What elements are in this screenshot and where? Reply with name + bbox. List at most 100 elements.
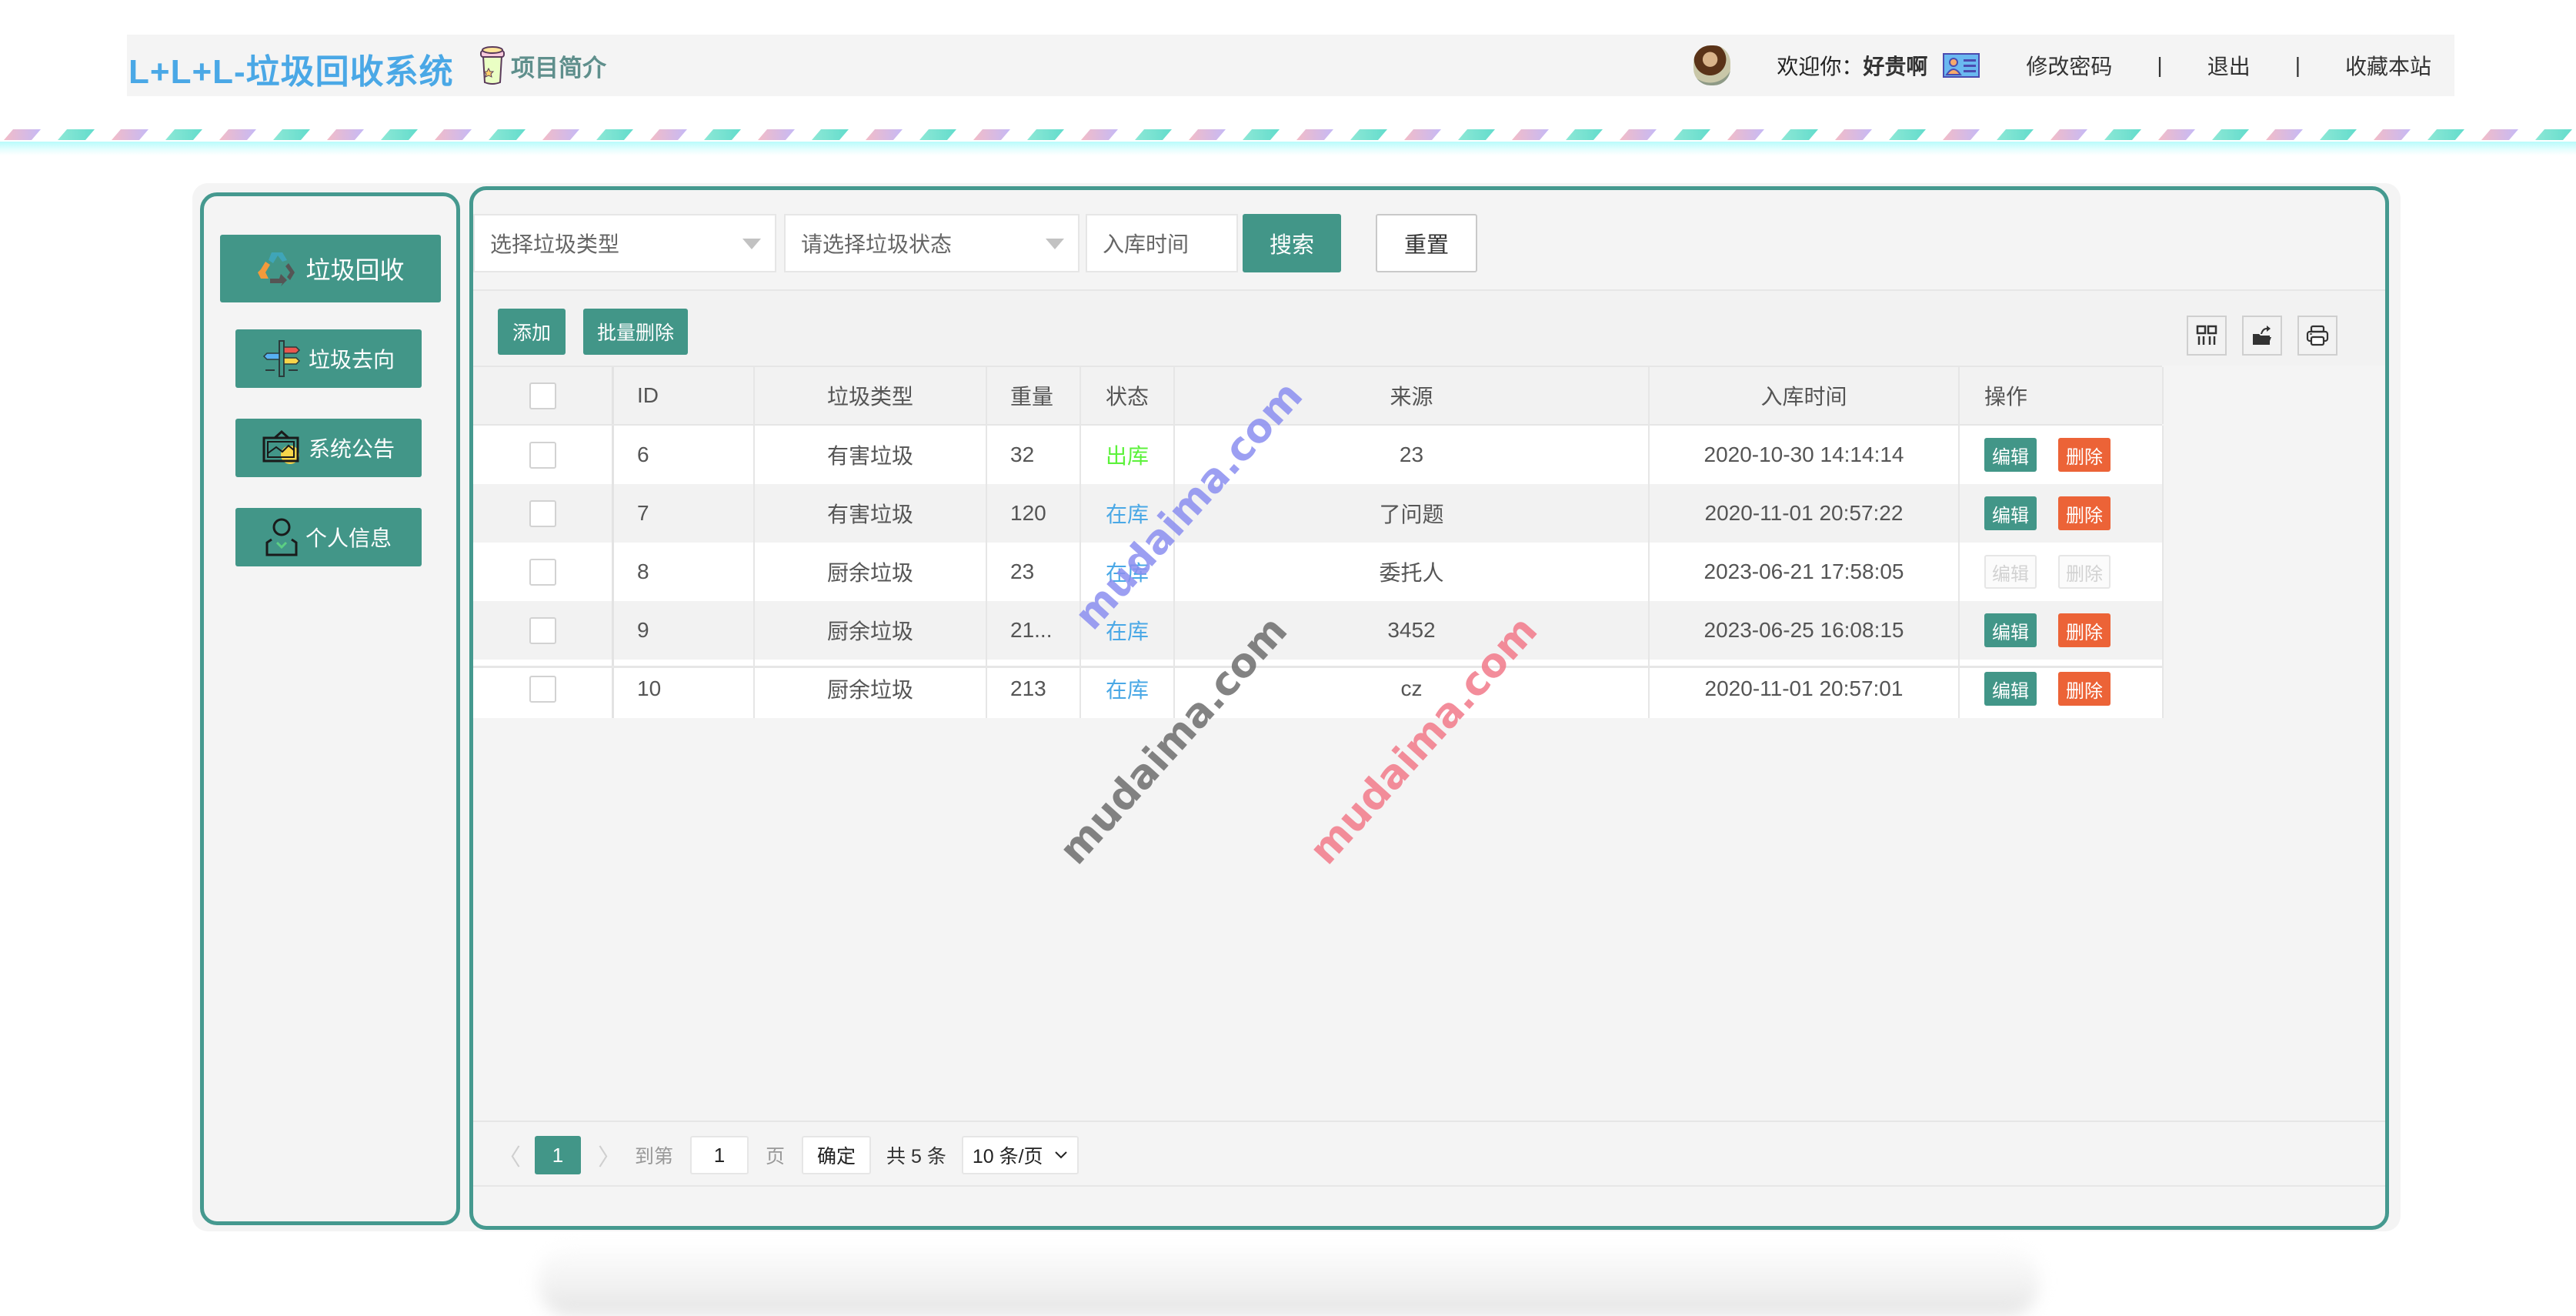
user-area: 欢迎你：好贵啊 修改密码 | 退出 | 收藏本站 — [1693, 35, 2454, 96]
header-checkbox-cell — [473, 367, 614, 424]
sidebar-item-garbage-recycle[interactable]: 垃圾回收 — [220, 235, 441, 302]
row-checkbox[interactable] — [529, 558, 556, 586]
checkbox-cell — [473, 484, 614, 543]
edit-button[interactable]: 编辑 — [1984, 672, 2037, 706]
checkbox-cell — [473, 426, 614, 484]
picture-board-icon — [262, 430, 299, 464]
stripe-segment — [273, 129, 310, 140]
stripe-segment — [1889, 129, 1926, 140]
status-badge: 出库 — [1081, 426, 1175, 484]
sidebar-item-personal-info[interactable]: 个人信息 — [235, 508, 422, 566]
sidebar-item-system-notice[interactable]: 系统公告 — [235, 419, 422, 477]
cell-type: 有害垃圾 — [755, 426, 987, 484]
page-unit-label: 页 — [766, 1146, 786, 1167]
cell-source: 23 — [1175, 426, 1650, 484]
status-badge: 在库 — [1081, 601, 1175, 660]
cell-source: 3452 — [1175, 601, 1650, 660]
edit-button[interactable]: 编辑 — [1984, 613, 2037, 647]
separator: | — [2157, 53, 2163, 77]
cell-actions: 编辑 删除 — [1960, 484, 2164, 543]
stripe-segment — [919, 129, 956, 140]
edit-button[interactable]: 编辑 — [1984, 555, 2037, 589]
column-header-weight[interactable]: 重量 — [987, 367, 1081, 424]
columns-filter-button[interactable] — [2187, 316, 2227, 356]
goto-page-input[interactable] — [690, 1136, 749, 1174]
delete-button[interactable]: 删除 — [2058, 613, 2111, 647]
table-toolbar: 添加 批量删除 — [473, 291, 2385, 366]
add-button[interactable]: 添加 — [498, 309, 566, 355]
current-page-button[interactable]: 1 — [535, 1136, 581, 1174]
stripe-segment — [165, 129, 202, 140]
status-badge: 在库 — [1081, 543, 1175, 601]
table-row: 8 厨余垃圾 23 在库 委托人 2023-06-21 17:58:05 编辑 删除 — [473, 543, 2164, 601]
delete-button[interactable]: 删除 — [2058, 672, 2111, 706]
stripe-segment — [2428, 129, 2464, 140]
reset-button[interactable]: 重置 — [1376, 214, 1477, 272]
stripe-segment — [2104, 129, 2141, 140]
next-page-button[interactable]: 〉 — [592, 1138, 627, 1172]
edit-button[interactable]: 编辑 — [1984, 496, 2037, 530]
decorative-stripe-band — [0, 129, 2576, 142]
stripe-segment — [2050, 129, 2087, 140]
stripe-segment — [704, 129, 741, 140]
cup-icon — [480, 46, 505, 85]
cell-weight: 21... — [987, 601, 1081, 660]
batch-delete-button[interactable]: 批量删除 — [583, 309, 688, 355]
pagination: 〈 1 〉 到第 页 确定 共 5 条 10 条/页 — [473, 1135, 1079, 1175]
stripe-segment — [1566, 129, 1603, 140]
cell-id: 7 — [614, 484, 755, 543]
column-header-id[interactable]: ID — [614, 367, 755, 424]
column-header-type[interactable]: 垃圾类型 — [755, 367, 987, 424]
cell-time: 2023-06-25 16:08:15 — [1650, 601, 1960, 660]
delete-button[interactable]: 删除 — [2058, 438, 2111, 472]
stripe-segment — [1027, 129, 1064, 140]
cell-type: 厨余垃圾 — [755, 601, 987, 660]
cell-type: 有害垃圾 — [755, 484, 987, 543]
prev-page-button[interactable]: 〈 — [492, 1138, 527, 1172]
stripe-segment — [1997, 129, 2034, 140]
dropdown-arrow-icon — [742, 239, 761, 249]
row-checkbox[interactable] — [529, 441, 556, 469]
export-button[interactable] — [2242, 316, 2282, 356]
cell-actions: 编辑 删除 — [1960, 660, 2164, 718]
stripe-segment — [2374, 129, 2411, 140]
edit-button[interactable]: 编辑 — [1984, 438, 2037, 472]
stripe-segment — [219, 129, 256, 140]
stripe-segment — [2266, 129, 2303, 140]
logout-link[interactable]: 退出 — [2207, 50, 2251, 81]
stripe-segment — [596, 129, 633, 140]
project-intro-label: 项目简介 — [511, 54, 606, 82]
sidebar-item-label: 垃圾去向 — [308, 348, 395, 372]
garbage-type-select[interactable]: 选择垃圾类型 — [473, 214, 776, 272]
id-card-icon[interactable] — [1943, 53, 1980, 78]
search-button[interactable]: 搜索 — [1243, 214, 1341, 272]
project-intro-link[interactable]: 项目简介 — [477, 44, 606, 87]
column-header-source[interactable]: 来源 — [1175, 367, 1650, 424]
sidebar-item-garbage-destination[interactable]: 垃圾去向 — [235, 329, 422, 388]
column-header-status[interactable]: 状态 — [1081, 367, 1175, 424]
select-all-checkbox[interactable] — [529, 382, 556, 409]
page-size-select[interactable]: 10 条/页 — [961, 1136, 1079, 1174]
goto-confirm-button[interactable]: 确定 — [802, 1136, 872, 1174]
avatar[interactable] — [1693, 45, 1731, 85]
storage-time-input[interactable]: 入库时间 — [1086, 214, 1238, 272]
change-password-link[interactable]: 修改密码 — [2026, 50, 2112, 81]
total-count: 共 5 条 — [886, 1146, 946, 1167]
delete-button[interactable]: 删除 — [2058, 496, 2111, 530]
delete-button[interactable]: 删除 — [2058, 555, 2111, 589]
row-checkbox[interactable] — [529, 616, 556, 644]
row-checkbox[interactable] — [529, 675, 556, 703]
print-button[interactable] — [2297, 316, 2337, 356]
user-profile-icon — [265, 518, 298, 556]
stripe-segment — [650, 129, 687, 140]
footer-shadow — [539, 1247, 2039, 1316]
sidebar-item-label: 系统公告 — [308, 437, 395, 461]
row-checkbox[interactable] — [529, 499, 556, 527]
bookmark-link[interactable]: 收藏本站 — [2345, 50, 2431, 81]
table-row: 7 有害垃圾 120 在库 了问题 2020-11-01 20:57:22 编辑 删除 — [473, 484, 2164, 543]
garbage-status-select[interactable]: 请选择垃圾状态 — [784, 214, 1079, 272]
column-header-time[interactable]: 入库时间 — [1650, 367, 1960, 424]
signpost-icon — [262, 340, 301, 377]
sidebar-item-label: 垃圾回收 — [305, 256, 405, 284]
cell-id: 8 — [614, 543, 755, 601]
